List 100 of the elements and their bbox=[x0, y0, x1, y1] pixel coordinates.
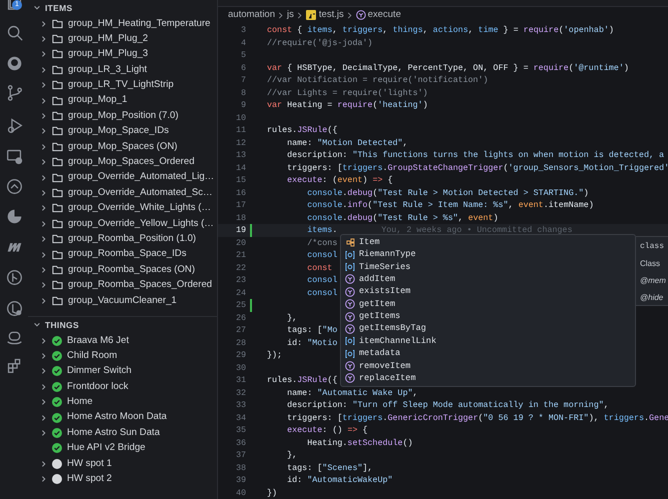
chevron-right-icon[interactable] bbox=[40, 352, 48, 360]
search-icon[interactable] bbox=[6, 24, 22, 41]
suggestion-item[interactable]: getItemsByTag bbox=[341, 322, 635, 336]
tree-item[interactable]: Home Astro Sun Data bbox=[67, 426, 160, 440]
chevron-right-icon[interactable] bbox=[40, 414, 48, 422]
suggestion-item[interactable]: TimeSeries bbox=[341, 260, 635, 274]
tree-item[interactable]: HW spot 2 bbox=[67, 472, 112, 486]
chevron-right-icon[interactable] bbox=[40, 367, 48, 376]
tree-item[interactable]: group_HM_Plug_2 bbox=[68, 32, 148, 46]
suggestion-item[interactable]: removeItem bbox=[341, 360, 635, 372]
branch-icon[interactable] bbox=[6, 84, 22, 101]
line-number: 7 bbox=[240, 74, 246, 86]
code-line: /*cons bbox=[306, 236, 338, 249]
cube-icon bbox=[345, 274, 355, 284]
code-line: tags: ["Mo bbox=[286, 324, 338, 336]
tree-item[interactable]: Child Room bbox=[67, 348, 118, 364]
folder-icon bbox=[52, 234, 63, 244]
line-number: 8 bbox=[240, 86, 246, 99]
code-line: id: "AutomaticWakeUp" bbox=[286, 474, 393, 486]
robot-icon[interactable] bbox=[6, 329, 22, 346]
suggestion-item[interactable]: itemChannelLink bbox=[341, 335, 635, 348]
tree-item[interactable]: Dimmer Switch bbox=[67, 364, 132, 379]
tree-item[interactable]: group_Override_Yellow_Lights (… bbox=[68, 216, 214, 231]
line-number: 39 bbox=[234, 474, 246, 486]
code-line: consol bbox=[306, 286, 338, 299]
breadcrumb-item[interactable]: execute bbox=[368, 8, 401, 22]
tree-item[interactable]: Home Astro Moon Data bbox=[67, 410, 167, 425]
tree-item[interactable]: group_Roomba_Spaces_Ordered bbox=[68, 278, 212, 293]
breadcrumb-item[interactable]: test.js bbox=[318, 8, 344, 22]
tree-item[interactable]: group_Mop_Space_IDs bbox=[68, 124, 169, 139]
code-line: name: "Automatic Wake Up", bbox=[286, 386, 418, 399]
suggestion-item[interactable]: getItems bbox=[341, 310, 635, 323]
code-line: }, bbox=[286, 312, 298, 324]
suggestion-item[interactable]: RiemannType bbox=[341, 248, 635, 261]
suggestion-item[interactable]: getItem bbox=[341, 298, 635, 310]
tree-item[interactable]: group_Mop_Spaces_Ordered bbox=[68, 155, 194, 170]
line-number: 36 bbox=[234, 436, 246, 449]
pie-icon[interactable] bbox=[6, 208, 22, 225]
tree-item[interactable]: group_Roomba_Spaces (ON) bbox=[68, 262, 195, 278]
breadcrumb-item[interactable]: automation bbox=[228, 8, 276, 22]
tree-item[interactable]: group_VacuumCleaner_1 bbox=[68, 294, 177, 308]
chevron-right-icon[interactable] bbox=[40, 460, 48, 468]
remote-screen-icon[interactable] bbox=[6, 148, 22, 165]
chevron-right-icon[interactable] bbox=[40, 429, 48, 438]
tree-item[interactable]: group_Mop_Position (7.0) bbox=[68, 108, 178, 124]
chevron-right-icon[interactable] bbox=[40, 336, 48, 345]
line-number: 20 bbox=[234, 236, 246, 249]
line-number: 22 bbox=[234, 262, 246, 274]
branch-circle-icon[interactable] bbox=[6, 269, 22, 286]
debug-icon[interactable] bbox=[6, 117, 22, 134]
tree-item[interactable]: group_Mop_1 bbox=[68, 93, 128, 108]
tree-item[interactable]: group_HM_Plug_3 bbox=[68, 47, 148, 62]
suggestion-item[interactable]: metadata bbox=[341, 348, 635, 360]
person-circle-icon[interactable] bbox=[6, 300, 22, 317]
folder-icon bbox=[52, 250, 63, 260]
tree-item[interactable]: group_Override_Automated_Sc… bbox=[68, 186, 213, 200]
tree-item[interactable]: Braava M6 Jet bbox=[67, 334, 129, 348]
code-line: execute: (event) => { bbox=[286, 174, 393, 186]
section-header[interactable]: THINGS bbox=[45, 318, 79, 332]
chevron-right-icon[interactable] bbox=[40, 475, 48, 484]
tree-item[interactable]: group_Roomba_Space_IDs bbox=[68, 247, 186, 262]
extensions-icon[interactable] bbox=[6, 357, 22, 374]
tree-item[interactable]: group_Override_Automated_Lig… bbox=[68, 170, 214, 185]
suggestion-item[interactable]: addItem bbox=[341, 273, 635, 286]
round-logo-icon[interactable] bbox=[6, 55, 22, 72]
suggestion-item[interactable]: replaceItem bbox=[341, 372, 635, 385]
tree-item[interactable]: Frontdoor lock bbox=[67, 380, 128, 394]
folder-icon bbox=[52, 280, 63, 290]
tree-item[interactable]: Home bbox=[67, 395, 93, 410]
chevron-right-icon[interactable] bbox=[40, 398, 48, 406]
tree-item[interactable]: Hue API v2 Bridge bbox=[67, 441, 146, 456]
tree-item[interactable]: group_Mop_Spaces (ON) bbox=[68, 140, 178, 154]
detail-text: @hide bbox=[640, 292, 664, 304]
chevron-right-icon bbox=[278, 12, 284, 19]
tree-item[interactable]: group_LR_3_Light bbox=[68, 62, 147, 78]
tree-item[interactable]: group_Roomba_Position (1.0) bbox=[68, 232, 196, 246]
suggestion-item[interactable]: existsItem bbox=[341, 286, 635, 298]
chevron-circle-icon[interactable] bbox=[6, 178, 22, 195]
tree-item[interactable]: group_HM_Heating_Temperature bbox=[68, 16, 210, 31]
code-line: tags: ["Scenes"], bbox=[286, 462, 373, 474]
breadcrumb-item[interactable]: js bbox=[287, 8, 294, 22]
suggestion-item[interactable]: Item bbox=[341, 236, 635, 248]
cube-icon bbox=[345, 299, 355, 310]
folder-icon bbox=[52, 126, 63, 136]
code-line: name: "Motion Detected", bbox=[286, 136, 408, 149]
code-line: }); bbox=[267, 349, 282, 362]
code-line: rules.JSRule({ bbox=[267, 124, 338, 136]
line-number: 19 bbox=[234, 224, 246, 236]
chevron-down-icon[interactable] bbox=[33, 321, 41, 329]
line-number: 4 bbox=[240, 36, 246, 49]
tree-item[interactable]: group_LR_TV_LightStrip bbox=[68, 78, 174, 92]
tree-item[interactable]: HW spot 1 bbox=[67, 456, 112, 472]
tree-item[interactable]: group_Override_White_Lights (… bbox=[68, 201, 211, 216]
code-line: description: "This functions turns the lights on when motion is detected, a bbox=[286, 149, 664, 162]
line-number: 18 bbox=[234, 212, 246, 224]
section-header[interactable]: ITEMS bbox=[45, 2, 72, 14]
line-number: 28 bbox=[234, 336, 246, 349]
line-number: 38 bbox=[234, 462, 246, 474]
chevron-right-icon[interactable] bbox=[40, 382, 48, 391]
chevron-down-icon[interactable] bbox=[33, 4, 41, 12]
